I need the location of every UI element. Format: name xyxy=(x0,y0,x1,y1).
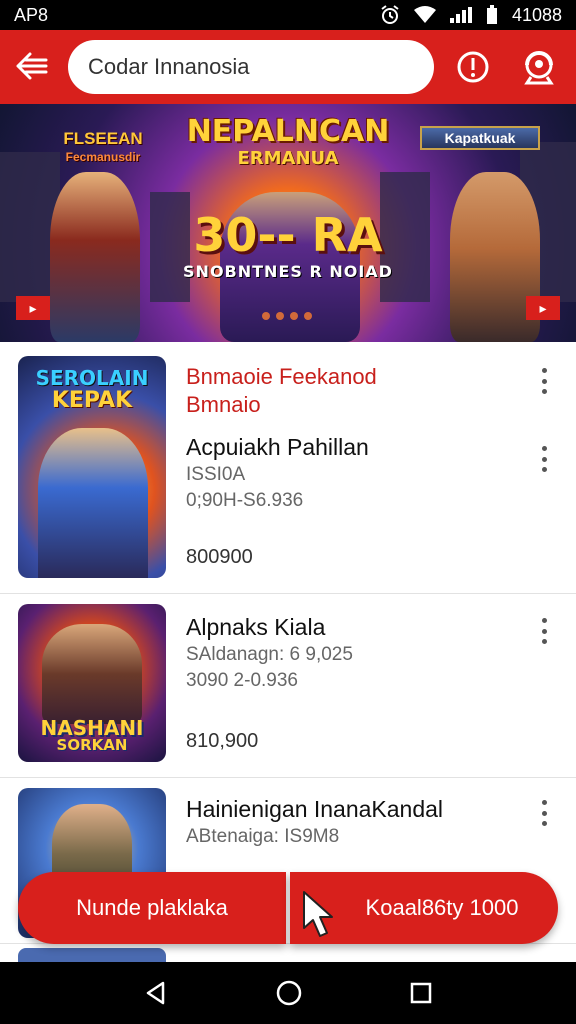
user-support-icon xyxy=(524,51,554,85)
alarm-icon xyxy=(381,5,399,24)
item-name: Acpuiakh Pahillan xyxy=(186,434,369,460)
alert-circle-icon xyxy=(457,51,489,83)
banner-left-logo: FLSEEAN Fecmanusdir xyxy=(48,130,158,166)
item-meta: ISSI0A xyxy=(186,464,246,485)
item-name: Alpnaks Kiala xyxy=(186,614,326,640)
nav-home-icon[interactable] xyxy=(275,979,303,1007)
banner-left-logo-line1: FLSEEAN xyxy=(63,129,143,148)
arrow-left-icon xyxy=(16,52,48,80)
chevron-right-icon: ▸ xyxy=(29,299,37,316)
carousel-dots xyxy=(262,312,312,320)
status-time: 41088 xyxy=(511,4,562,25)
thumb-title-bottom: SORKAN xyxy=(56,736,128,754)
banner-next-button[interactable]: ▸ xyxy=(526,296,560,320)
primary-action-button[interactable]: Nunde plaklaka xyxy=(18,872,286,944)
battery-icon xyxy=(486,5,497,24)
game-thumbnail: NASHANI SORKAN xyxy=(18,604,166,762)
banner-big-text: 30-- RA xyxy=(193,208,383,262)
more-options-button[interactable] xyxy=(538,368,550,394)
nav-recents-icon[interactable] xyxy=(409,981,433,1005)
status-left-text: AP8 xyxy=(14,4,49,25)
app-header: Codar Innanosia xyxy=(0,30,576,104)
more-options-button[interactable] xyxy=(538,446,550,472)
item-meta: ABtenaiga: IS9M8 xyxy=(186,826,340,847)
search-text: Codar Innanosia xyxy=(88,54,250,79)
thumb-title-bottom: KEPAK xyxy=(51,388,133,413)
more-options-button[interactable] xyxy=(538,618,550,644)
wifi-icon xyxy=(413,6,436,23)
list-item[interactable]: SEROLAIN KEPAK Bnmaoie Feekanod Bmnaio A… xyxy=(0,342,576,594)
thumb-title-top: SEROLAIN xyxy=(35,366,149,390)
banner-tagline: SNOBNTNES R NOIAD xyxy=(183,262,393,281)
profile-button[interactable] xyxy=(518,46,560,88)
chevron-right-icon: ▸ xyxy=(539,299,547,316)
primary-action-label: Nunde plaklaka xyxy=(76,895,228,920)
item-price: 800900 xyxy=(186,546,253,568)
item-meta-2: 3090 2-0.936 xyxy=(186,670,298,691)
status-bar: AP8 41088 xyxy=(0,0,576,30)
item-name: Hainienigan InanaKandal xyxy=(186,796,444,822)
list-item[interactable]: NASHANI SORKAN Alpnaks Kiala SAldanagn: … xyxy=(0,594,576,778)
status-icons: 41088 xyxy=(380,5,562,26)
game-thumbnail: SEROLAIN KEPAK xyxy=(18,356,166,578)
more-options-button[interactable] xyxy=(538,800,550,826)
promo-title[interactable]: Bnmaoie Feekanod xyxy=(186,364,377,390)
banner-right-logo: Kapatkuak xyxy=(420,126,540,150)
secondary-action-label: Koaal86ty 1000 xyxy=(365,895,519,920)
back-button[interactable] xyxy=(12,46,52,86)
item-price: 810,900 xyxy=(186,730,259,752)
system-nav-bar xyxy=(0,962,576,1024)
signal-icon xyxy=(449,7,472,23)
search-input[interactable]: Codar Innanosia xyxy=(68,40,434,94)
item-meta: SAldanagn: 6 9,025 xyxy=(186,644,353,665)
promo-banner[interactable]: NEPALNCAN ERMANUA FLSEEAN Fecmanusdir Ka… xyxy=(0,104,576,342)
cursor-pointer-icon xyxy=(303,891,333,937)
info-button[interactable] xyxy=(452,46,494,88)
banner-left-logo-line2: Fecmanusdir xyxy=(65,150,141,164)
next-item-thumbnail xyxy=(18,948,166,962)
item-meta-2: 0;90H-S6.936 xyxy=(186,490,304,511)
promo-subtitle: Bmnaio xyxy=(186,392,261,417)
nav-back-icon[interactable] xyxy=(143,980,169,1006)
banner-prev-button[interactable]: ▸ xyxy=(16,296,50,320)
